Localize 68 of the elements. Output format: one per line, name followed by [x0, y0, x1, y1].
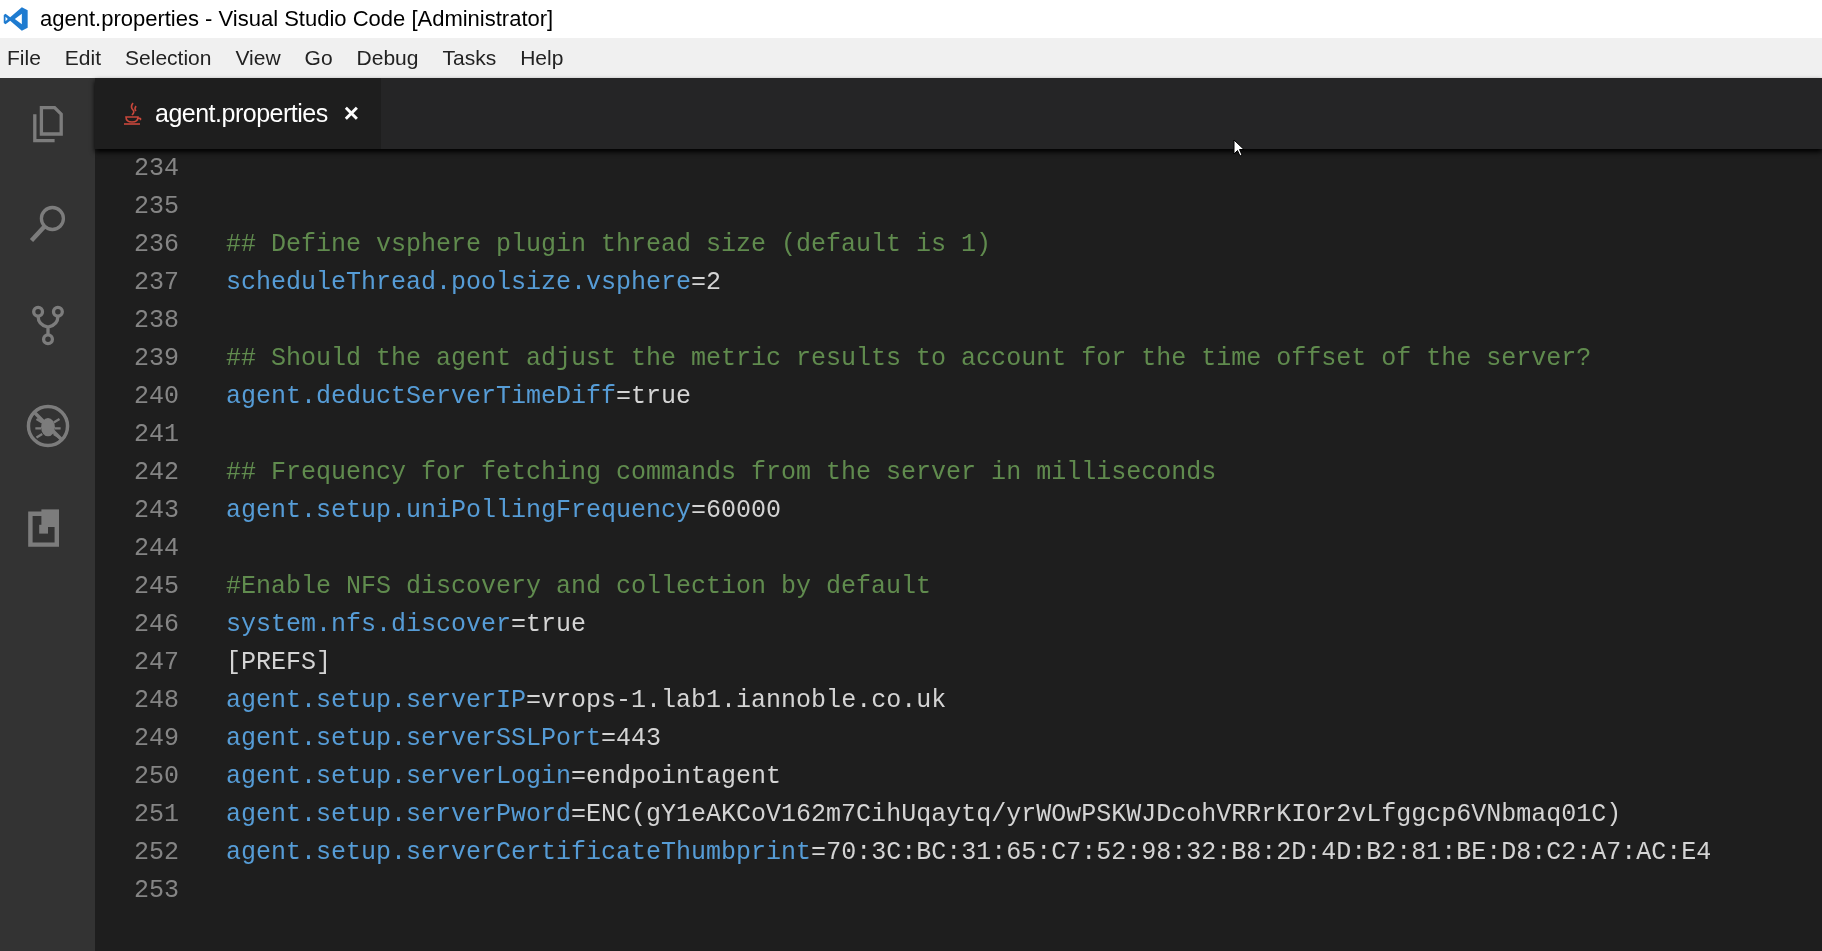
property-value: true [526, 609, 587, 639]
property-value: true [631, 381, 692, 411]
menu-item[interactable]: File [7, 46, 41, 70]
editor-tab[interactable]: agent.properties × [95, 78, 381, 149]
line-number: 250 [133, 761, 179, 791]
line-number: 240 [133, 381, 179, 411]
property-separator: = [571, 799, 587, 829]
property-key: agent.deductServerTimeDiff [226, 381, 617, 411]
line-number: 252 [133, 837, 179, 867]
line-number: 236 [133, 229, 179, 259]
code-comment: ## Should the agent adjust the metric results to account for the time offset of the server? [226, 343, 1592, 373]
menu-item[interactable]: Help [520, 46, 564, 70]
property-separator: = [616, 381, 632, 411]
property-separator: = [526, 685, 542, 715]
property-separator: = [511, 609, 527, 639]
section-header: [PREFS] [226, 647, 332, 677]
code-comment: ## Frequency for fetching commands from the server in milliseconds [226, 457, 1217, 487]
property-value: ENC(gY1eAKCoV162m7CihUqaytq/yrWOwPSKWJDcohVRRrKIOr2vLfggcp6VNbmaq01C) [586, 799, 1622, 829]
line-number: 244 [133, 533, 179, 563]
tab-label: agent.properties [155, 99, 328, 128]
property-separator: = [811, 837, 827, 867]
line-number: 235 [133, 191, 179, 221]
property-key: agent.setup.serverIP [226, 685, 527, 715]
no-bug-icon[interactable] [24, 403, 71, 449]
menu-item[interactable]: Selection [125, 46, 212, 70]
property-key: agent.setup.serverSSLPort [226, 723, 602, 753]
menu-item[interactable]: Debug [356, 46, 419, 70]
property-separator: = [571, 761, 587, 791]
property-value: 70:3C:BC:31:65:C7:52:98:32:B8:2D:4D:B2:81:BE:D8:C2:A7:AC:E4 [826, 837, 1712, 867]
property-key: agent.setup.serverPword [226, 799, 572, 829]
property-separator: = [601, 723, 617, 753]
line-number: 251 [133, 799, 179, 829]
mouse-pointer-icon [1233, 139, 1245, 157]
menu-item[interactable]: Tasks [442, 46, 497, 70]
line-number: 234 [133, 153, 179, 183]
property-value: 60000 [706, 495, 782, 525]
line-number: 247 [133, 647, 179, 677]
property-key: agent.setup.uniPollingFrequency [226, 495, 692, 525]
line-number: 242 [133, 457, 179, 487]
menu-item[interactable]: View [235, 46, 281, 70]
line-number: 237 [133, 267, 179, 297]
property-separator: = [691, 495, 707, 525]
property-value: endpointagent [586, 761, 782, 791]
menu-item[interactable]: Edit [64, 46, 102, 70]
property-key: agent.setup.serverLogin [226, 761, 572, 791]
window-title: agent.properties - Visual Studio Code [Administrator] [40, 6, 554, 32]
property-value: vrops-1.lab1.iannoble.co.uk [541, 685, 947, 715]
property-key: agent.setup.serverCertificateThumbprint [226, 837, 812, 867]
line-number: 238 [133, 305, 179, 335]
line-number: 243 [133, 495, 179, 525]
line-number: 249 [133, 723, 179, 753]
code-comment: ## Define vsphere plugin thread size (default is 1) [226, 229, 992, 259]
line-number: 239 [133, 343, 179, 373]
property-value: 443 [616, 723, 662, 753]
code-comment: #Enable NFS discovery and collection by default [226, 571, 932, 601]
line-number: 253 [133, 875, 179, 905]
line-number: 246 [133, 609, 179, 639]
menu-item[interactable]: Go [304, 46, 333, 70]
coffee-cup-icon [123, 100, 143, 127]
property-key: scheduleThread.poolsize.vsphere [226, 267, 692, 297]
close-tab-button[interactable]: × [339, 98, 363, 129]
property-key: system.nfs.discover [226, 609, 512, 639]
property-value: 2 [706, 267, 722, 297]
line-number: 245 [133, 571, 179, 601]
line-number: 241 [133, 419, 179, 449]
line-number: 248 [133, 685, 179, 715]
property-separator: = [691, 267, 707, 297]
app-logo-icon [2, 5, 30, 33]
